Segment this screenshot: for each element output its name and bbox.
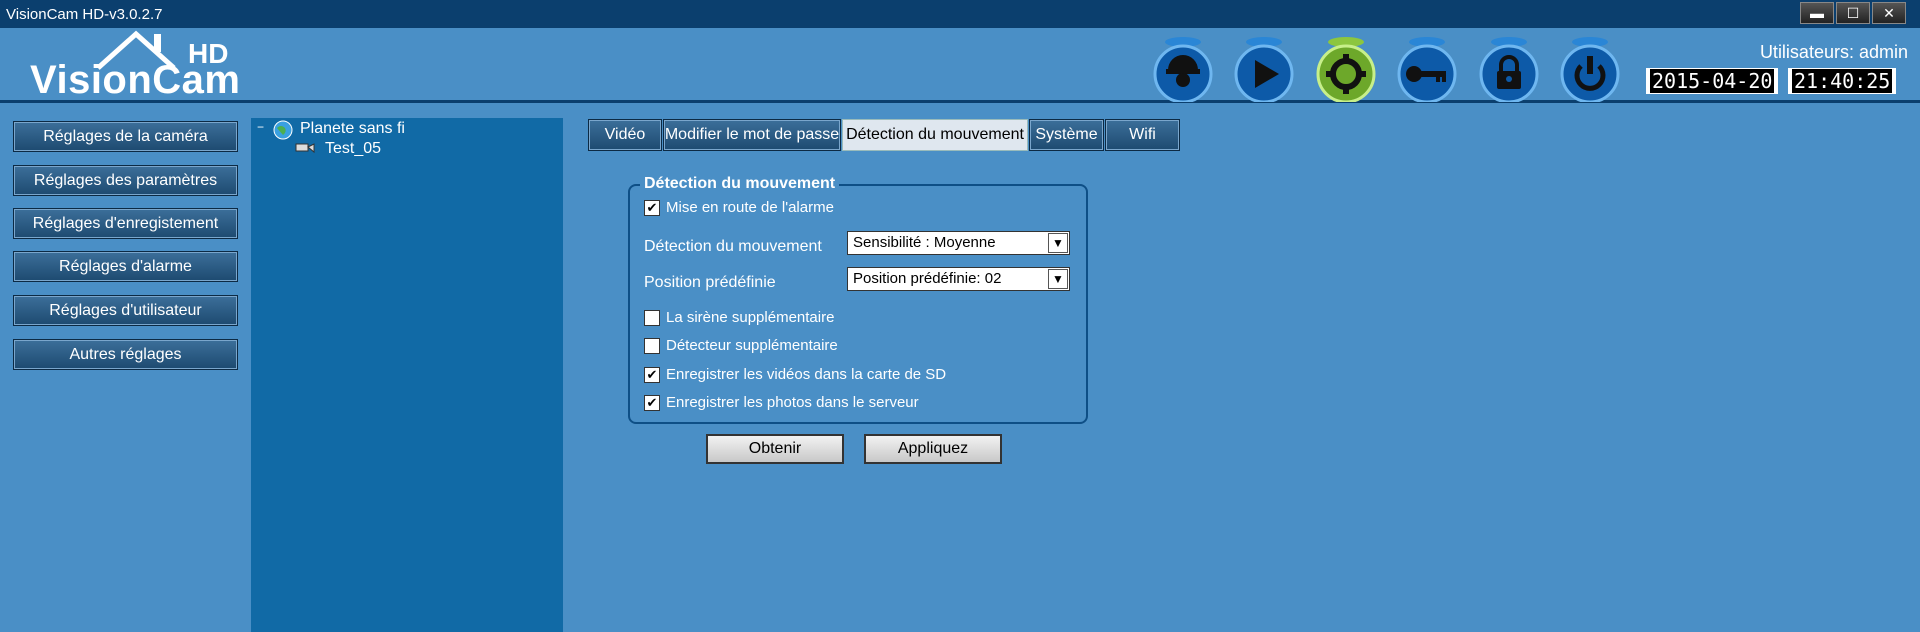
motion-detection-group bbox=[628, 184, 1088, 424]
collapse-icon[interactable]: − bbox=[257, 120, 264, 134]
tree-root-label[interactable]: Planete sans fi bbox=[300, 120, 405, 138]
record-server-checkbox[interactable]: ✔ Enregistrer les photos dans le serveur bbox=[644, 394, 919, 414]
preset-label: Position prédéfinie bbox=[644, 274, 776, 291]
logo-text: VisionCam bbox=[30, 58, 241, 102]
tab-wifi[interactable]: Wifi bbox=[1105, 119, 1180, 151]
time-display: 21:40:25 bbox=[1788, 68, 1897, 94]
checkbox-empty-icon bbox=[644, 310, 660, 327]
detection-label: Détection du mouvement bbox=[644, 238, 822, 255]
dropdown-arrow-icon[interactable]: ▼ bbox=[1048, 269, 1068, 289]
gear-icon[interactable] bbox=[1313, 36, 1379, 102]
apply-button[interactable]: Appliquez bbox=[864, 434, 1002, 464]
sidebar-item-user-settings[interactable]: Réglages d'utilisateur bbox=[13, 295, 238, 326]
lock-icon[interactable] bbox=[1476, 36, 1542, 102]
users-label: Utilisateurs: admin bbox=[1759, 42, 1908, 62]
sidebar-item-other-settings[interactable]: Autres réglages bbox=[13, 339, 238, 370]
check-icon: ✔ bbox=[644, 395, 660, 412]
get-button[interactable]: Obtenir bbox=[706, 434, 844, 464]
tab-video[interactable]: Vidéo bbox=[588, 119, 662, 151]
play-icon[interactable] bbox=[1231, 36, 1297, 102]
detector-checkbox[interactable]: Détecteur supplémentaire bbox=[644, 337, 838, 357]
app-header: HD VisionCam Utilisateurs: admin 2015-04… bbox=[0, 28, 1920, 103]
window-title: VisionCam HD-v3.0.2.7 bbox=[6, 6, 163, 23]
globe-icon bbox=[273, 120, 293, 140]
record-sd-checkbox[interactable]: ✔ Enregistrer les vidéos dans la carte de… bbox=[644, 366, 946, 386]
camera-icon[interactable] bbox=[1150, 36, 1216, 102]
tree-device-label[interactable]: Test_05 bbox=[325, 140, 381, 158]
dropdown-arrow-icon[interactable]: ▼ bbox=[1048, 233, 1068, 253]
sensitivity-select[interactable]: Sensibilité : Moyenne ▼ bbox=[847, 231, 1070, 255]
close-icon[interactable]: ✕ bbox=[1872, 2, 1906, 24]
sidebar-item-parameter-settings[interactable]: Réglages des paramètres bbox=[13, 165, 238, 196]
sidebar-item-alarm-settings[interactable]: Réglages d'alarme bbox=[13, 251, 238, 282]
check-icon: ✔ bbox=[644, 367, 660, 384]
preset-select[interactable]: Position prédéfinie: 02 ▼ bbox=[847, 267, 1070, 291]
tab-motion-detection[interactable]: Détection du mouvement bbox=[842, 119, 1028, 151]
minimize-icon[interactable]: ▬ bbox=[1800, 2, 1834, 24]
maximize-icon[interactable]: ☐ bbox=[1836, 2, 1870, 24]
siren-checkbox[interactable]: La sirène supplémentaire bbox=[644, 309, 834, 329]
device-tree: − Planete sans fi Test_05 bbox=[251, 118, 563, 632]
camera-device-icon bbox=[295, 143, 315, 154]
checkbox-empty-icon bbox=[644, 338, 660, 355]
key-icon[interactable] bbox=[1394, 36, 1460, 102]
check-icon: ✔ bbox=[644, 200, 660, 217]
tab-system[interactable]: Système bbox=[1029, 119, 1104, 151]
date-display: 2015-04-20 bbox=[1646, 68, 1779, 94]
power-icon[interactable] bbox=[1557, 36, 1623, 102]
sidebar-item-recording-settings[interactable]: Réglages d'enregistement bbox=[13, 208, 238, 239]
sidebar-item-camera-settings[interactable]: Réglages de la caméra bbox=[13, 121, 238, 152]
group-title: Détection du mouvement bbox=[640, 175, 840, 193]
tab-change-password[interactable]: Modifier le mot de passe bbox=[663, 119, 841, 151]
alarm-on-checkbox[interactable]: ✔ Mise en route de l'alarme bbox=[644, 199, 834, 219]
title-bar: VisionCam HD-v3.0.2.7 ▬ ☐ ✕ bbox=[0, 0, 1920, 28]
